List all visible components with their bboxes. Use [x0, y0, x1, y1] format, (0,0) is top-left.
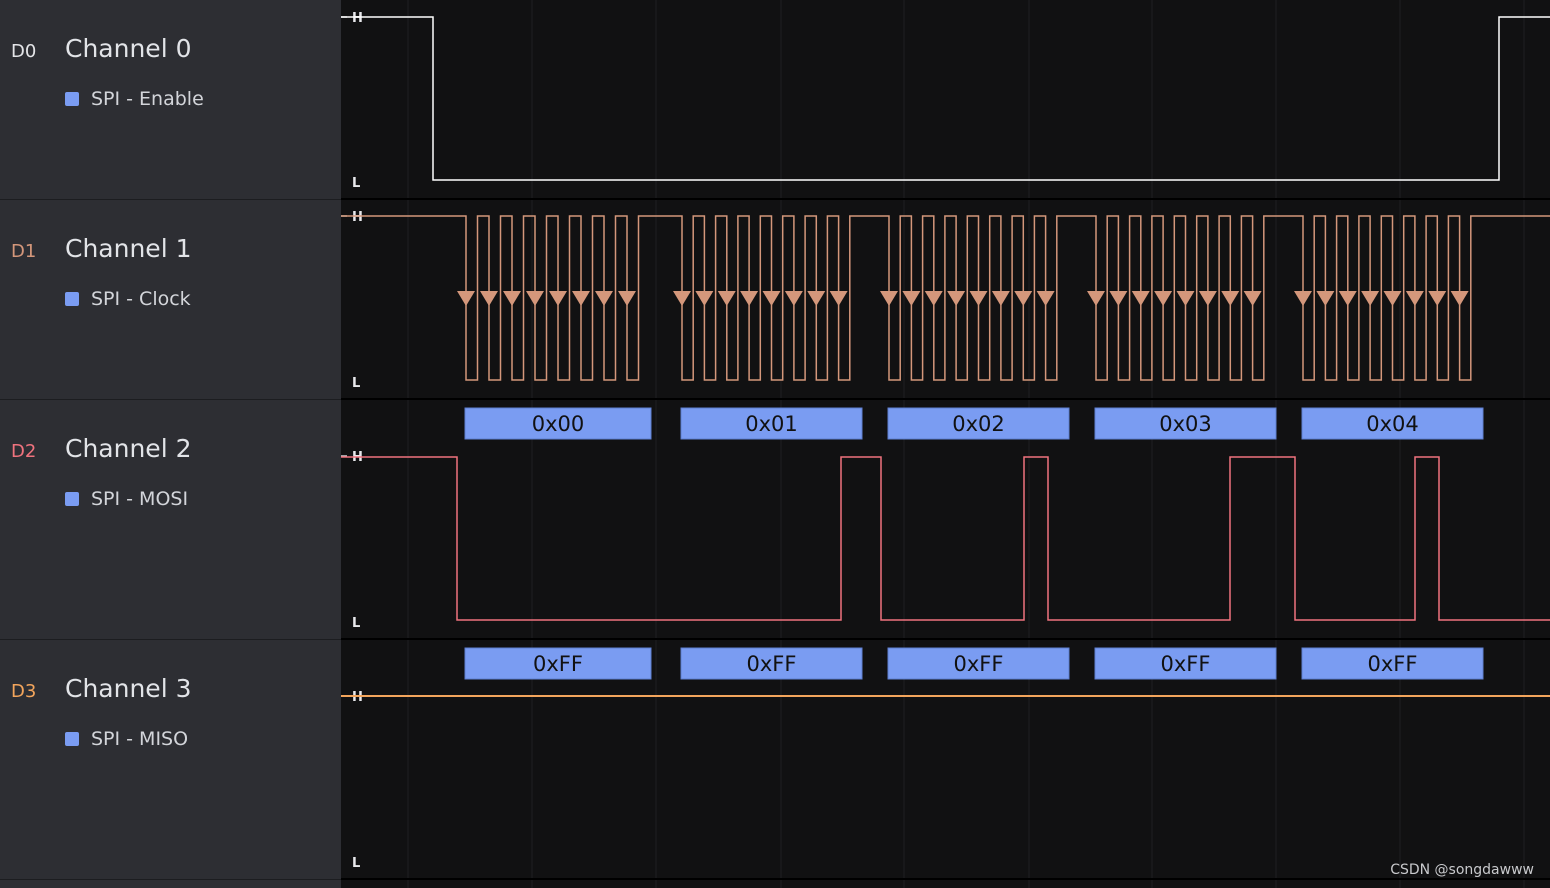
analyzer-color-swatch: [65, 732, 79, 746]
analyzer-tag[interactable]: SPI - Enable: [65, 88, 204, 110]
channel-name[interactable]: Channel 0: [65, 34, 192, 63]
mosi-decoded-value: 0x02: [952, 412, 1005, 436]
falling-edge-marker-icon: [902, 291, 921, 306]
waveform-channel-0: [341, 16, 1550, 181]
mosi-decoded-value: 0x03: [1159, 412, 1212, 436]
falling-edge-marker-icon: [1154, 291, 1173, 306]
falling-edge-marker-icon: [1087, 291, 1105, 306]
channel-name[interactable]: Channel 3: [65, 674, 192, 703]
analyzer-label: SPI - Clock: [91, 288, 191, 310]
falling-edge-marker-icon: [673, 291, 691, 306]
falling-edge-marker-icon: [1361, 291, 1380, 306]
falling-edge-marker-icon: [572, 291, 590, 306]
high-level-label: H: [352, 690, 363, 705]
waveform-canvas[interactable]: HLHLHLHL0x00 0x01 0x02 0x03 0x040xFF 0xFF 0xFF…: [341, 0, 1550, 888]
analyzer-color-swatch: [65, 492, 79, 506]
falling-edge-marker-icon: [969, 291, 988, 306]
mosi-decoded-value: 0x04: [1366, 412, 1419, 436]
falling-edge-marker-icon: [1176, 291, 1195, 306]
analyzer-tag[interactable]: SPI - MOSI: [65, 488, 188, 510]
channel-row-1[interactable]: D1 Channel 1 SPI - Clock: [0, 200, 341, 400]
channel-name[interactable]: Channel 2: [65, 434, 192, 463]
falling-edge-marker-icon: [1316, 291, 1335, 306]
falling-edge-marker-icon: [924, 291, 943, 306]
logic-analyzer-window: D0 Channel 0 SPI - Enable D1 Channel 1 S…: [0, 0, 1550, 888]
channel-sidebar: D0 Channel 0 SPI - Enable D1 Channel 1 S…: [0, 0, 341, 888]
falling-edge-marker-icon: [480, 291, 498, 306]
falling-edge-marker-icon: [717, 291, 736, 306]
channel-row-2[interactable]: D2 Channel 2 SPI - MOSI: [0, 400, 341, 640]
watermark: CSDN @songdawww: [1390, 862, 1534, 878]
waveform-channel-2: [341, 456, 1550, 621]
analyzer-label: SPI - MOSI: [91, 488, 189, 510]
falling-edge-marker-icon: [1131, 291, 1150, 306]
analyzer-color-swatch: [65, 292, 79, 306]
channel-id: D3: [11, 681, 37, 702]
analyzer-color-swatch: [65, 92, 79, 106]
falling-edge-marker-icon: [880, 291, 898, 306]
falling-edge-marker-icon: [784, 291, 803, 306]
falling-edge-marker-icon: [1450, 291, 1469, 306]
falling-edge-marker-icon: [1338, 291, 1357, 306]
falling-edge-marker-icon: [549, 291, 567, 306]
analyzer-label: SPI - Enable: [91, 88, 204, 110]
miso-decoded-value: 0xFF: [954, 652, 1004, 676]
falling-edge-marker-icon: [762, 291, 781, 306]
low-level-label: L: [352, 856, 360, 871]
falling-edge-marker-icon: [1036, 291, 1055, 306]
mosi-decoded-value: 0x00: [532, 412, 585, 436]
falling-edge-marker-icon: [1383, 291, 1402, 306]
channel-id: D2: [11, 441, 37, 462]
falling-edge-marker-icon: [1221, 291, 1240, 306]
high-level-label: H: [352, 11, 363, 26]
falling-edge-marker-icon: [526, 291, 544, 306]
miso-decoded-value: 0xFF: [747, 652, 797, 676]
falling-edge-marker-icon: [1198, 291, 1217, 306]
waveform-view[interactable]: H L H L H L H L 0x00 0x01 0x02 0x03 0x04 0xFF 0xFF 0xFF…: [341, 0, 1550, 888]
channel-row-3[interactable]: D3 Channel 3 SPI - MISO: [0, 640, 341, 880]
miso-decoded-value: 0xFF: [533, 652, 583, 676]
falling-edge-marker-icon: [807, 291, 826, 306]
falling-edge-marker-icon: [1428, 291, 1447, 306]
falling-edge-marker-icon: [1243, 291, 1262, 306]
mosi-decoded-value: 0x01: [745, 412, 798, 436]
falling-edge-marker-icon: [1405, 291, 1424, 306]
low-level-label: L: [352, 616, 360, 631]
channel-id: D0: [11, 41, 37, 62]
falling-edge-marker-icon: [618, 291, 636, 306]
channel-row-0[interactable]: D0 Channel 0 SPI - Enable: [0, 0, 341, 200]
miso-decoded-value: 0xFF: [1161, 652, 1211, 676]
falling-edge-marker-icon: [457, 291, 475, 306]
falling-edge-marker-icon: [1109, 291, 1128, 306]
channel-name[interactable]: Channel 1: [65, 234, 192, 263]
falling-edge-marker-icon: [503, 291, 521, 306]
falling-edge-marker-icon: [695, 291, 714, 306]
falling-edge-marker-icon: [1014, 291, 1033, 306]
analyzer-tag[interactable]: SPI - Clock: [65, 288, 191, 310]
analyzer-label: SPI - MISO: [91, 728, 189, 750]
high-level-label: H: [352, 210, 363, 225]
falling-edge-marker-icon: [595, 291, 613, 306]
analyzer-tag[interactable]: SPI - MISO: [65, 728, 188, 750]
falling-edge-marker-icon: [1294, 291, 1312, 306]
miso-decoded-value: 0xFF: [1368, 652, 1418, 676]
falling-edge-marker-icon: [740, 291, 759, 306]
low-level-label: L: [352, 376, 360, 391]
falling-edge-marker-icon: [947, 291, 966, 306]
low-level-label: L: [352, 176, 360, 191]
falling-edge-marker-icon: [991, 291, 1010, 306]
falling-edge-marker-icon: [829, 291, 848, 306]
channel-id: D1: [11, 241, 37, 262]
